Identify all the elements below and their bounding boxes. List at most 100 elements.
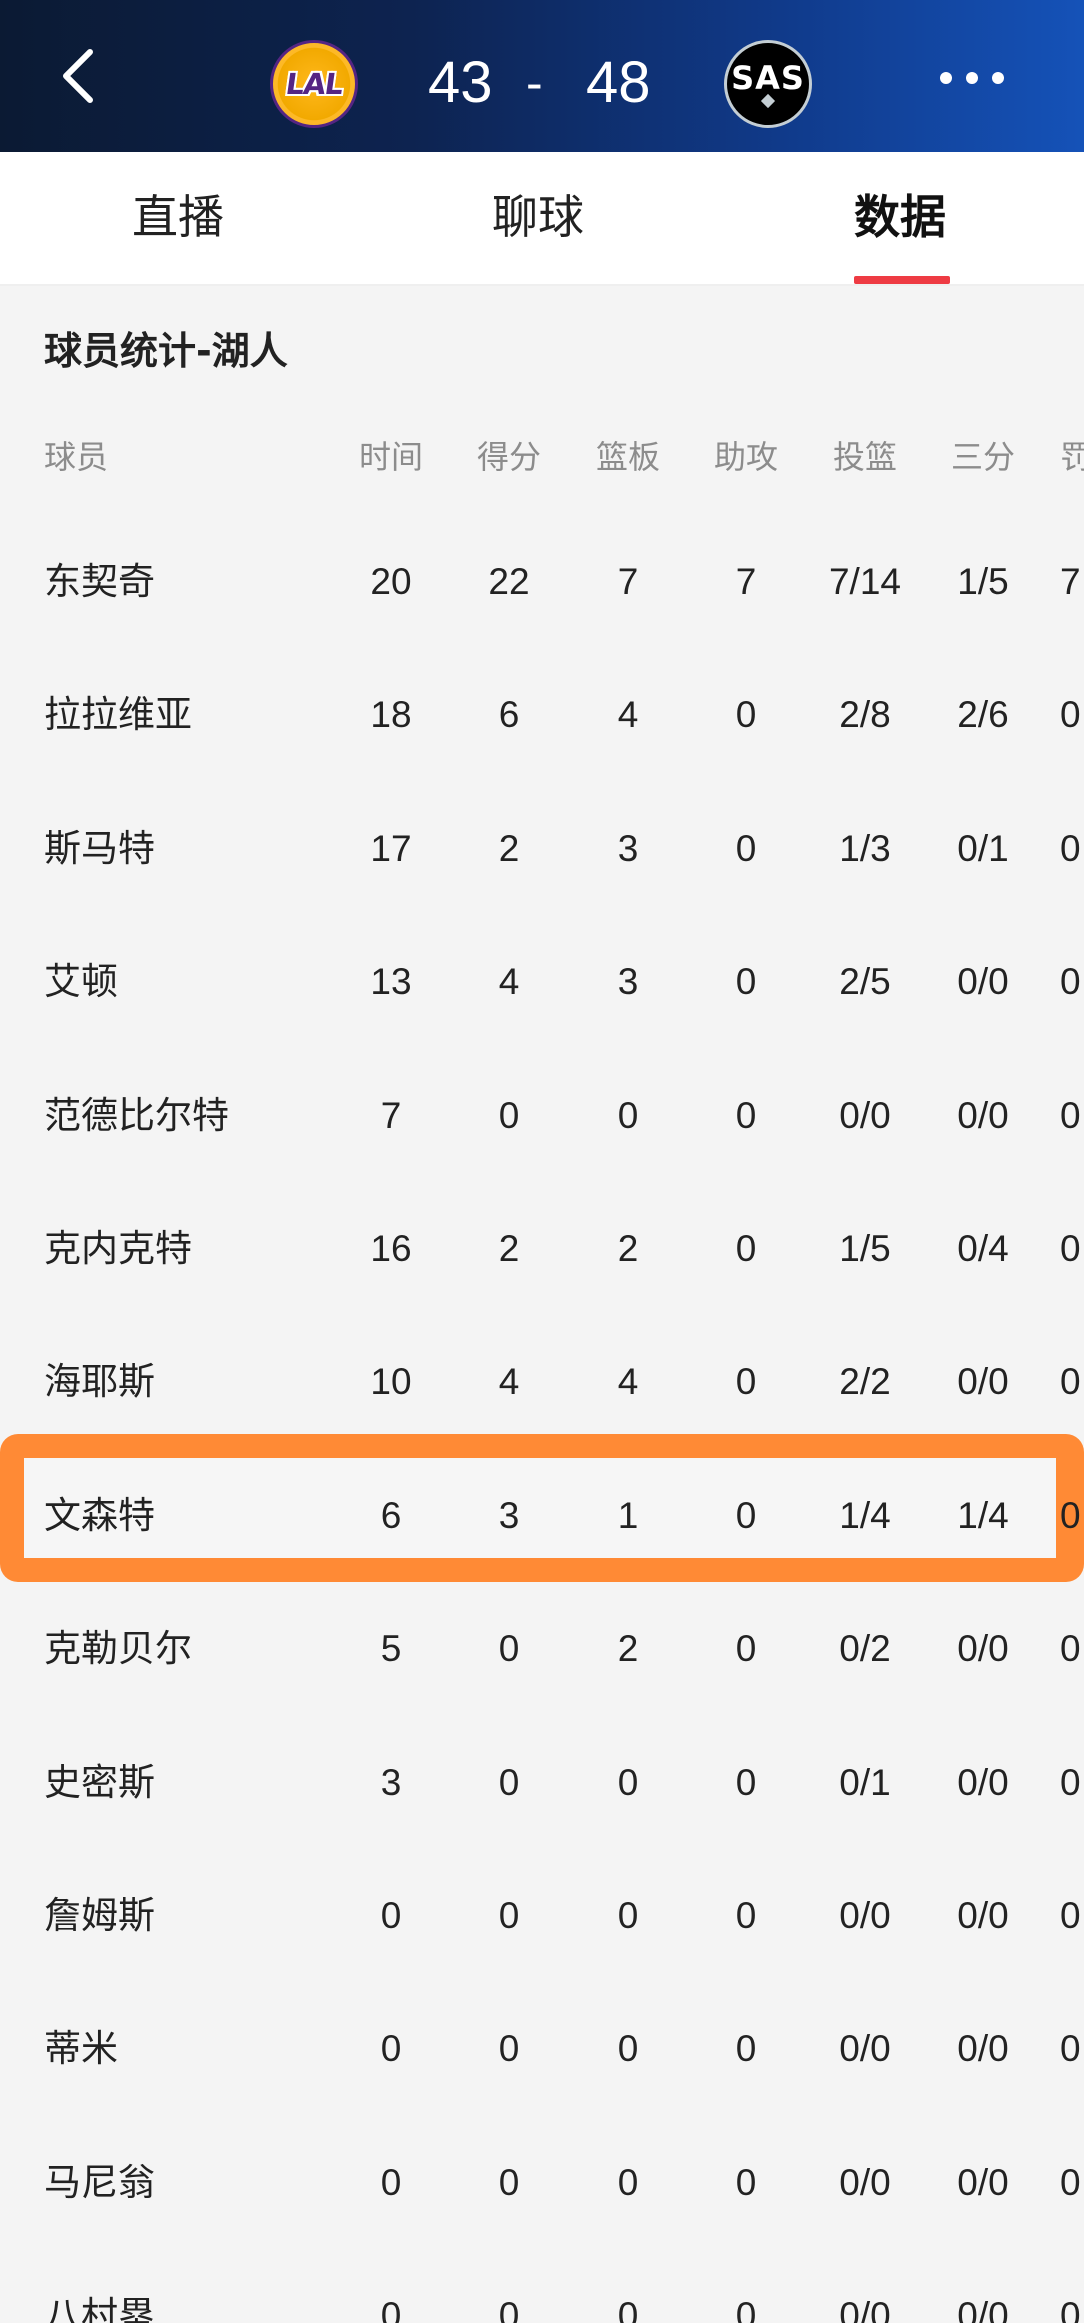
stat-cell-fg: 0/0 bbox=[839, 2295, 891, 2323]
tab-stats[interactable]: 数据 bbox=[854, 182, 946, 252]
tab-chat[interactable]: 聊球 bbox=[492, 182, 584, 252]
player-name: 文森特 bbox=[44, 1494, 155, 1537]
stat-cell-ast: 0 bbox=[735, 694, 757, 735]
away-score: 48 bbox=[586, 50, 651, 115]
table-row[interactable]: 克内克特 16 2 2 0 1/5 0/4 0 bbox=[0, 1182, 1084, 1315]
section-title: 球员统计-湖人 bbox=[44, 329, 288, 373]
table-row[interactable]: 范德比尔特 7 0 0 0 0/0 0/0 0 bbox=[0, 1049, 1084, 1182]
stat-cell-ft: 0 bbox=[1060, 2162, 1081, 2203]
stat-cell-reb: 7 bbox=[617, 561, 639, 602]
stat-cell-ast: 0 bbox=[735, 961, 757, 1002]
stat-cell-pts: 4 bbox=[498, 961, 520, 1002]
stat-cell-min: 7 bbox=[380, 1095, 402, 1136]
stat-cell-fg: 7/14 bbox=[828, 561, 901, 602]
table-row[interactable]: 艾顿 13 4 3 0 2/5 0/0 0 bbox=[0, 915, 1084, 1048]
column-header: 时间 bbox=[358, 438, 423, 476]
stat-cell-ast: 0 bbox=[735, 1495, 757, 1536]
stat-cell-ft: 0 bbox=[1060, 1628, 1081, 1669]
table-row[interactable]: 东契奇 20 22 7 7 7/14 1/5 7 bbox=[0, 515, 1084, 648]
stat-cell-ast: 0 bbox=[735, 1762, 757, 1803]
stat-cell-min: 6 bbox=[380, 1495, 402, 1536]
stat-cell-min: 0 bbox=[380, 2162, 402, 2203]
stat-cell-min: 3 bbox=[380, 1762, 402, 1803]
stat-cell-ast: 0 bbox=[735, 2295, 757, 2323]
away-team-logo[interactable]: SAS bbox=[724, 40, 812, 128]
home-team-logo[interactable]: LAL bbox=[270, 40, 358, 128]
player-name: 马尼翁 bbox=[44, 2161, 155, 2204]
column-header: 助攻 bbox=[713, 438, 778, 476]
stat-cell-reb: 0 bbox=[617, 1895, 639, 1936]
stat-cell-ft: 0 bbox=[1060, 1495, 1081, 1536]
stat-cell-pts: 2 bbox=[498, 828, 520, 869]
player-name: 史密斯 bbox=[44, 1761, 155, 1804]
table-row[interactable]: 文森特 6 3 1 0 1/4 1/4 0 bbox=[0, 1449, 1084, 1582]
stat-cell-reb: 4 bbox=[617, 1361, 639, 1402]
player-name: 克勒贝尔 bbox=[44, 1627, 192, 1670]
stat-cell-fg: 0/1 bbox=[839, 1762, 891, 1803]
table-row[interactable]: 史密斯 3 0 0 0 0/1 0/0 0 bbox=[0, 1716, 1084, 1849]
stat-cell-min: 0 bbox=[380, 2028, 402, 2069]
stat-cell-min: 0 bbox=[380, 2295, 402, 2323]
table-row[interactable]: 蒂米 0 0 0 0 0/0 0/0 0 bbox=[0, 1982, 1084, 2115]
stat-cell-pts: 0 bbox=[498, 2162, 520, 2203]
stat-cell-ast: 0 bbox=[735, 1895, 757, 1936]
stat-cell-fg: 1/5 bbox=[839, 1228, 891, 1269]
column-header: 球员 bbox=[44, 438, 109, 476]
stat-cell-pts: 3 bbox=[498, 1495, 520, 1536]
stat-cell-pts: 0 bbox=[498, 1095, 520, 1136]
stat-cell-ft: 0 bbox=[1060, 828, 1081, 869]
stat-cell-fg: 0/0 bbox=[839, 2028, 891, 2069]
stat-cell-ast: 0 bbox=[735, 1361, 757, 1402]
stat-cell-ast: 0 bbox=[735, 1228, 757, 1269]
stat-cell-tp: 0/0 bbox=[957, 961, 1009, 1002]
stat-cell-pts: 0 bbox=[498, 2028, 520, 2069]
stat-cell-pts: 2 bbox=[498, 1228, 520, 1269]
table-row[interactable]: 詹姆斯 0 0 0 0 0/0 0/0 0 bbox=[0, 1849, 1084, 1982]
stat-cell-ft: 0 bbox=[1060, 694, 1081, 735]
stat-cell-tp: 0/0 bbox=[957, 1095, 1009, 1136]
stat-cell-reb: 0 bbox=[617, 2028, 639, 2069]
table-row[interactable]: 拉拉维亚 18 6 4 0 2/8 2/6 0 bbox=[0, 648, 1084, 781]
stat-cell-fg: 1/4 bbox=[839, 1495, 891, 1536]
stat-cell-pts: 0 bbox=[498, 1628, 520, 1669]
table-row[interactable]: 八村塁 0 0 0 0 0/0 0/0 0 bbox=[0, 2249, 1084, 2323]
stat-cell-min: 17 bbox=[370, 828, 412, 869]
stat-cell-reb: 0 bbox=[617, 1095, 639, 1136]
table-header: 球员 时间 得分 篮板 助攻 投篮 三分 罚 bbox=[0, 432, 1084, 482]
stat-cell-ast: 0 bbox=[735, 1628, 757, 1669]
column-header: 投篮 bbox=[832, 438, 897, 476]
more-dots-icon[interactable] bbox=[940, 70, 1004, 86]
stat-cell-min: 10 bbox=[370, 1361, 412, 1402]
stat-cell-tp: 0/4 bbox=[957, 1228, 1009, 1269]
stat-cell-pts: 6 bbox=[498, 694, 520, 735]
table-row[interactable]: 马尼翁 0 0 0 0 0/0 0/0 0 bbox=[0, 2116, 1084, 2249]
chevron-left-icon[interactable] bbox=[52, 46, 112, 106]
stat-cell-reb: 2 bbox=[617, 1228, 639, 1269]
stat-cell-min: 13 bbox=[370, 961, 412, 1002]
stat-cell-pts: 0 bbox=[498, 1762, 520, 1803]
stat-cell-min: 18 bbox=[370, 694, 412, 735]
tab-live[interactable]: 直播 bbox=[132, 182, 224, 252]
column-header: 罚 bbox=[1060, 438, 1084, 476]
tab-bar: 直播 聊球 数据 bbox=[0, 152, 1084, 286]
stat-cell-ast: 0 bbox=[735, 1095, 757, 1136]
player-name: 蒂米 bbox=[44, 2027, 118, 2070]
stat-cell-ft: 0 bbox=[1060, 961, 1081, 1002]
stat-cell-tp: 2/6 bbox=[957, 694, 1009, 735]
stats-panel[interactable]: 球员统计-湖人 球员 时间 得分 篮板 助攻 投篮 三分 罚 东契奇 20 22 7 7… bbox=[0, 286, 1084, 2323]
table-row[interactable]: 克勒贝尔 5 0 2 0 0/2 0/0 0 bbox=[0, 1582, 1084, 1715]
active-tab-indicator bbox=[854, 276, 950, 284]
column-header: 篮板 bbox=[595, 438, 660, 476]
stat-cell-fg: 0/0 bbox=[839, 2162, 891, 2203]
stat-cell-pts: 0 bbox=[498, 1895, 520, 1936]
home-score: 43 bbox=[428, 50, 493, 115]
stat-cell-ft: 0 bbox=[1060, 1361, 1081, 1402]
stat-cell-reb: 0 bbox=[617, 2162, 639, 2203]
column-header: 得分 bbox=[476, 438, 541, 476]
table-row[interactable]: 海耶斯 10 4 4 0 2/2 0/0 0 bbox=[0, 1315, 1084, 1448]
table-row[interactable]: 斯马特 17 2 3 0 1/3 0/1 0 bbox=[0, 782, 1084, 915]
stat-cell-pts: 22 bbox=[488, 561, 530, 602]
stat-cell-tp: 0/0 bbox=[957, 2028, 1009, 2069]
stat-cell-ft: 0 bbox=[1060, 2295, 1081, 2323]
stat-cell-tp: 0/1 bbox=[957, 828, 1009, 869]
